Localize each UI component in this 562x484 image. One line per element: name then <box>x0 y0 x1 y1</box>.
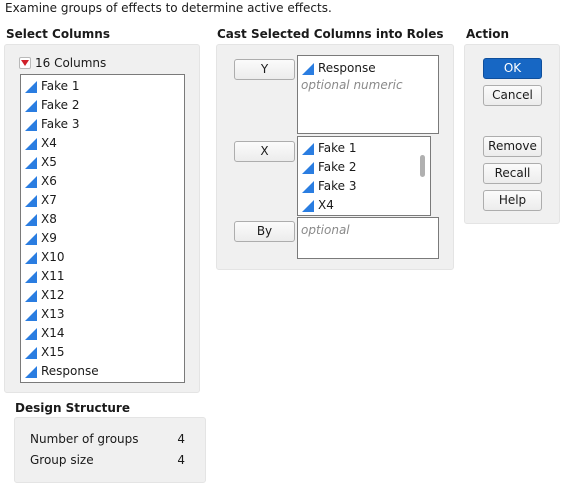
column-list-item-label: X9 <box>41 231 57 245</box>
column-list-item[interactable]: X15 <box>21 343 184 362</box>
ok-button[interactable]: OK <box>483 58 542 79</box>
continuous-triangle-icon <box>25 251 37 264</box>
x-role-item-label: Fake 1 <box>318 141 357 155</box>
select-columns-heading: Select Columns <box>6 27 110 41</box>
continuous-triangle-icon <box>25 156 37 169</box>
column-list-item[interactable]: X11 <box>21 267 184 286</box>
column-list-item-label: X12 <box>41 288 65 302</box>
continuous-triangle-icon <box>25 99 37 112</box>
column-list-item[interactable]: X13 <box>21 305 184 324</box>
by-placeholder: optional <box>301 223 350 237</box>
action-panel: OK Cancel Remove Recall Help <box>464 44 560 224</box>
x-role-item[interactable]: Fake 2 <box>298 158 430 177</box>
recall-button[interactable]: Recall <box>483 163 542 184</box>
column-list-item[interactable]: X5 <box>21 153 184 172</box>
action-heading: Action <box>466 27 510 41</box>
column-list-item-label: X4 <box>41 136 57 150</box>
column-list-item[interactable]: X4 <box>21 134 184 153</box>
column-list-item-label: X6 <box>41 174 57 188</box>
continuous-triangle-icon <box>25 213 37 226</box>
red-triangle-menu-icon[interactable] <box>19 57 31 69</box>
column-list-item[interactable]: Fake 1 <box>21 77 184 96</box>
cancel-button[interactable]: Cancel <box>483 85 542 106</box>
x-role-item-label: X4 <box>318 198 334 212</box>
column-count-header[interactable]: 16 Columns <box>19 56 106 70</box>
continuous-triangle-icon <box>25 346 37 359</box>
continuous-triangle-icon <box>25 80 37 93</box>
continuous-triangle-icon <box>25 137 37 150</box>
design-structure-heading: Design Structure <box>15 401 130 415</box>
column-list-item[interactable]: X10 <box>21 248 184 267</box>
column-list-item[interactable]: X14 <box>21 324 184 343</box>
continuous-triangle-icon <box>25 270 37 283</box>
group-size-value: 4 <box>177 453 185 467</box>
y-role-list[interactable]: Response optional numeric <box>297 55 439 134</box>
x-role-item[interactable]: Fake 1 <box>298 139 430 158</box>
column-list-item-label: Fake 1 <box>41 79 80 93</box>
column-list[interactable]: Fake 1 Fake 2 Fake 3 X4 X5 X6 X7 X8 X9 X10 X11 X12 X… <box>20 74 185 383</box>
column-list-item-label: X15 <box>41 345 65 359</box>
continuous-triangle-icon <box>25 365 37 378</box>
column-list-item[interactable]: X12 <box>21 286 184 305</box>
column-list-item[interactable]: X9 <box>21 229 184 248</box>
remove-button[interactable]: Remove <box>483 136 542 157</box>
continuous-triangle-icon <box>302 161 314 174</box>
group-size-row: Group size 4 <box>30 453 185 467</box>
column-list-item-label: Fake 3 <box>41 117 80 131</box>
column-list-item-label: X7 <box>41 193 57 207</box>
help-button[interactable]: Help <box>483 190 542 211</box>
column-list-item[interactable]: Fake 2 <box>21 96 184 115</box>
column-list-item-label: X13 <box>41 307 65 321</box>
continuous-triangle-icon <box>25 308 37 321</box>
number-of-groups-row: Number of groups 4 <box>30 432 185 446</box>
continuous-triangle-icon <box>302 180 314 193</box>
column-list-item[interactable]: X6 <box>21 172 184 191</box>
number-of-groups-label: Number of groups <box>30 432 139 446</box>
column-list-item[interactable]: Fake 3 <box>21 115 184 134</box>
column-list-item-label: X14 <box>41 326 65 340</box>
cast-roles-heading: Cast Selected Columns into Roles <box>217 27 444 41</box>
continuous-triangle-icon <box>302 142 314 155</box>
x-role-item[interactable]: Fake 3 <box>298 177 430 196</box>
x-role-list[interactable]: Fake 1 Fake 2 Fake 3 X4 <box>297 136 431 216</box>
column-list-item-label: X11 <box>41 269 65 283</box>
y-role-item-label: Response <box>318 61 376 75</box>
continuous-triangle-icon <box>25 194 37 207</box>
column-list-item-label: Fake 2 <box>41 98 80 112</box>
by-role-list[interactable]: optional <box>297 217 439 259</box>
continuous-triangle-icon <box>25 289 37 302</box>
y-placeholder: optional numeric <box>301 78 403 92</box>
column-count-label: 16 Columns <box>35 56 107 70</box>
group-size-label: Group size <box>30 453 94 467</box>
select-columns-panel: 16 Columns Fake 1 Fake 2 Fake 3 X4 X5 X6 X7 X8 X… <box>4 44 200 393</box>
x-role-item-label: Fake 2 <box>318 160 357 174</box>
number-of-groups-value: 4 <box>177 432 185 446</box>
column-list-item-label: X5 <box>41 155 57 169</box>
column-list-item-label: X8 <box>41 212 57 226</box>
continuous-triangle-icon <box>25 118 37 131</box>
column-list-item-label: X10 <box>41 250 65 264</box>
continuous-triangle-icon <box>302 199 314 212</box>
x-role-item[interactable]: X4 <box>298 196 430 215</box>
x-role-button[interactable]: X <box>234 141 295 162</box>
continuous-triangle-icon <box>25 175 37 188</box>
x-list-scrollbar-thumb[interactable] <box>420 155 425 177</box>
continuous-triangle-icon <box>302 62 314 75</box>
continuous-triangle-icon <box>25 327 37 340</box>
y-role-button[interactable]: Y <box>234 59 295 80</box>
column-list-item-label: Response <box>41 364 99 378</box>
column-list-item[interactable]: Response <box>21 362 184 381</box>
instruction-text: Examine groups of effects to determine a… <box>5 1 332 15</box>
design-structure-panel: Number of groups 4 Group size 4 <box>14 417 206 483</box>
column-list-item[interactable]: X8 <box>21 210 184 229</box>
continuous-triangle-icon <box>25 232 37 245</box>
cast-roles-panel: Y Response optional numeric X Fake 1 Fake … <box>216 44 454 270</box>
x-role-item-label: Fake 3 <box>318 179 357 193</box>
by-role-button[interactable]: By <box>234 221 295 242</box>
column-list-item[interactable]: X7 <box>21 191 184 210</box>
y-role-item[interactable]: Response <box>298 59 438 78</box>
